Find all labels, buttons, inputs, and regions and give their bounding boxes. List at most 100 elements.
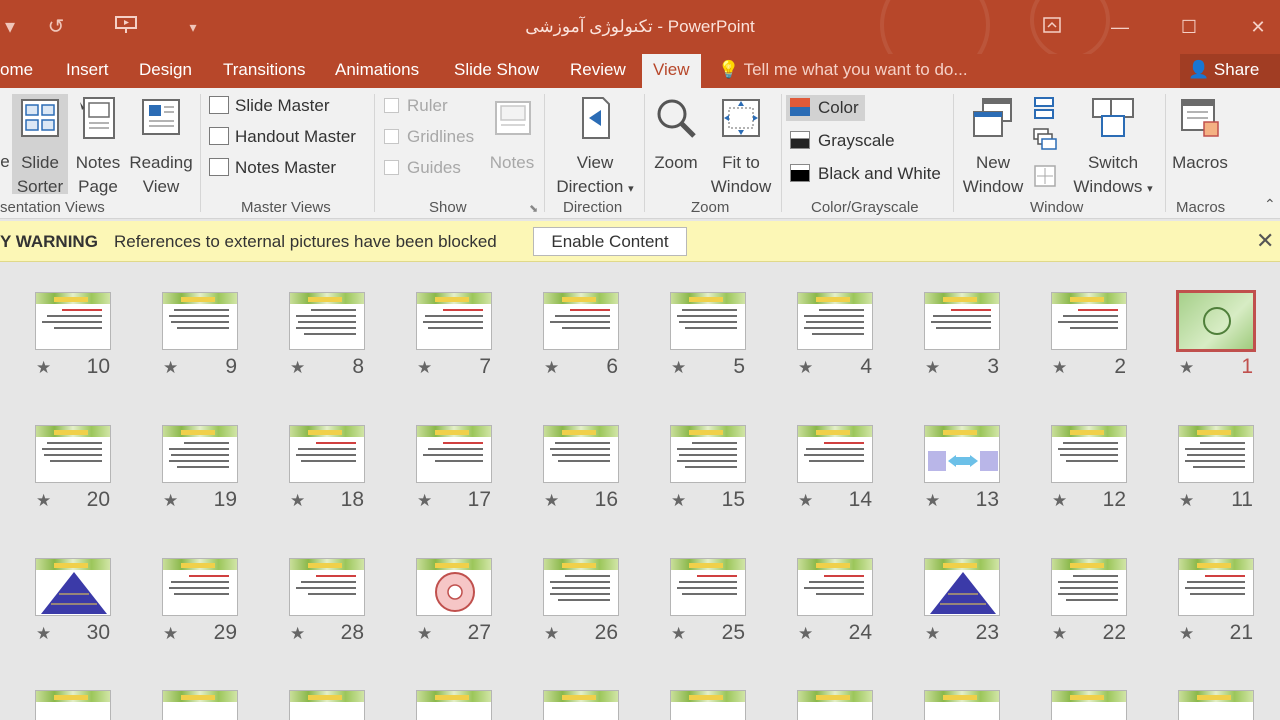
- slide-thumbnail-4[interactable]: [797, 292, 873, 350]
- slide-thumbnail-partial[interactable]: [416, 690, 492, 720]
- slide-thumbnail-10[interactable]: [35, 292, 111, 350]
- animation-star-icon[interactable]: ★: [417, 624, 432, 644]
- handout-master-button[interactable]: Handout Master: [209, 124, 356, 150]
- animation-star-icon[interactable]: ★: [290, 358, 305, 378]
- share-button[interactable]: 👤 Share: [1180, 54, 1280, 88]
- macros-button[interactable]: Macros: [1168, 94, 1232, 175]
- switch-windows-button[interactable]: Switch Windows ▾: [1066, 94, 1160, 201]
- animation-star-icon[interactable]: ★: [290, 624, 305, 644]
- slide-thumbnail-16[interactable]: [543, 425, 619, 483]
- animation-star-icon[interactable]: ★: [925, 624, 940, 644]
- animation-star-icon[interactable]: ★: [671, 358, 686, 378]
- slide-thumbnail-24[interactable]: [797, 558, 873, 616]
- slide-thumbnail-partial[interactable]: [543, 690, 619, 720]
- slide-thumbnail-30[interactable]: [35, 558, 111, 616]
- slide-thumbnail-25[interactable]: [670, 558, 746, 616]
- animation-star-icon[interactable]: ★: [1179, 358, 1194, 378]
- slide-thumbnail-18[interactable]: [289, 425, 365, 483]
- close-icon[interactable]: ✕: [1256, 229, 1276, 253]
- collapse-ribbon-icon[interactable]: ⌃: [1264, 196, 1276, 213]
- notes-page-button[interactable]: Notes Page: [72, 94, 124, 199]
- slide-thumbnail-26[interactable]: [543, 558, 619, 616]
- slide-thumbnail-2[interactable]: [1051, 292, 1127, 350]
- dialog-launcher-icon[interactable]: ⬊: [529, 202, 538, 215]
- animation-star-icon[interactable]: ★: [1179, 491, 1194, 511]
- animation-star-icon[interactable]: ★: [544, 491, 559, 511]
- animation-star-icon[interactable]: ★: [1179, 624, 1194, 644]
- close-icon[interactable]: ✕: [1235, 10, 1280, 44]
- slide-thumbnail-20[interactable]: [35, 425, 111, 483]
- slide-thumbnail-7[interactable]: [416, 292, 492, 350]
- slide-thumbnail-23[interactable]: [924, 558, 1000, 616]
- gridlines-checkbox[interactable]: Gridlines: [384, 124, 474, 150]
- slide-thumbnail-21[interactable]: [1178, 558, 1254, 616]
- slide-thumbnail-12[interactable]: [1051, 425, 1127, 483]
- slide-thumbnail-15[interactable]: [670, 425, 746, 483]
- cascade-icon[interactable]: [1033, 128, 1057, 152]
- ruler-checkbox[interactable]: Ruler: [384, 93, 448, 119]
- slide-thumbnail-partial[interactable]: [35, 690, 111, 720]
- animation-star-icon[interactable]: ★: [544, 624, 559, 644]
- slide-thumbnail-partial[interactable]: [162, 690, 238, 720]
- normal-view-button[interactable]: e: [0, 94, 10, 174]
- slide-thumbnail-partial[interactable]: [1178, 690, 1254, 720]
- enable-content-button[interactable]: Enable Content: [533, 227, 687, 256]
- slide-thumbnail-partial[interactable]: [289, 690, 365, 720]
- tab-slide-show[interactable]: Slide Show: [454, 54, 539, 88]
- slide-thumbnail-13[interactable]: [924, 425, 1000, 483]
- slide-thumbnail-1[interactable]: [1176, 290, 1256, 352]
- animation-star-icon[interactable]: ★: [1052, 358, 1067, 378]
- tab-animations[interactable]: Animations: [335, 54, 419, 88]
- animation-star-icon[interactable]: ★: [36, 624, 51, 644]
- animation-star-icon[interactable]: ★: [36, 358, 51, 378]
- view-direction-button[interactable]: View Direction ▾: [552, 94, 638, 201]
- new-window-button[interactable]: New Window: [958, 94, 1028, 199]
- animation-star-icon[interactable]: ★: [925, 491, 940, 511]
- slide-thumbnail-8[interactable]: [289, 292, 365, 350]
- black-and-white-button[interactable]: Black and White: [790, 161, 941, 187]
- animation-star-icon[interactable]: ★: [798, 491, 813, 511]
- slide-thumbnail-5[interactable]: [670, 292, 746, 350]
- animation-star-icon[interactable]: ★: [925, 358, 940, 378]
- animation-star-icon[interactable]: ★: [798, 624, 813, 644]
- reading-view-button[interactable]: Reading View: [128, 94, 194, 199]
- grayscale-button[interactable]: Grayscale: [790, 128, 895, 154]
- animation-star-icon[interactable]: ★: [163, 358, 178, 378]
- slide-sorter-pane[interactable]: ★ 10 ★ 9 ★ 8 ★ 7 ★ 6 ★ 5 ★ 4 ★ 3 ★ 2 ★ 1 ★ 20 ★ 19 ★ 18 ★ 17 ★ 16 ★ 15 ★…: [0, 263, 1280, 720]
- slide-sorter-button[interactable]: Slide Sorter: [12, 94, 68, 196]
- maximize-icon[interactable]: ☐: [1166, 10, 1212, 44]
- animation-star-icon[interactable]: ★: [163, 624, 178, 644]
- animation-star-icon[interactable]: ★: [544, 358, 559, 378]
- slide-thumbnail-17[interactable]: [416, 425, 492, 483]
- move-split-icon[interactable]: [1033, 164, 1057, 188]
- animation-star-icon[interactable]: ★: [290, 491, 305, 511]
- slide-thumbnail-11[interactable]: [1178, 425, 1254, 483]
- minimize-icon[interactable]: —: [1097, 10, 1143, 44]
- animation-star-icon[interactable]: ★: [798, 358, 813, 378]
- animation-star-icon[interactable]: ★: [36, 491, 51, 511]
- slide-thumbnail-partial[interactable]: [924, 690, 1000, 720]
- arrange-all-icon[interactable]: [1033, 96, 1055, 120]
- zoom-button[interactable]: Zoom: [648, 94, 704, 175]
- slide-thumbnail-27[interactable]: [416, 558, 492, 616]
- slide-thumbnail-6[interactable]: [543, 292, 619, 350]
- tab-view[interactable]: View: [642, 54, 701, 88]
- slide-thumbnail-3[interactable]: [924, 292, 1000, 350]
- ribbon-display-options-icon[interactable]: [1029, 10, 1075, 44]
- animation-star-icon[interactable]: ★: [163, 491, 178, 511]
- animation-star-icon[interactable]: ★: [417, 358, 432, 378]
- notes-button[interactable]: Notes: [484, 94, 540, 175]
- slide-thumbnail-22[interactable]: [1051, 558, 1127, 616]
- slide-thumbnail-partial[interactable]: [1051, 690, 1127, 720]
- tell-me-search[interactable]: 💡 Tell me what you want to do...: [718, 54, 968, 88]
- guides-checkbox[interactable]: Guides: [384, 155, 461, 181]
- slide-thumbnail-partial[interactable]: [670, 690, 746, 720]
- animation-star-icon[interactable]: ★: [671, 491, 686, 511]
- notes-master-button[interactable]: Notes Master: [209, 155, 336, 181]
- slide-thumbnail-14[interactable]: [797, 425, 873, 483]
- fit-to-window-button[interactable]: Fit to Window: [706, 94, 776, 199]
- tab-design[interactable]: Design: [139, 54, 192, 88]
- slide-thumbnail-partial[interactable]: [797, 690, 873, 720]
- color-button[interactable]: Color: [786, 95, 865, 121]
- animation-star-icon[interactable]: ★: [417, 491, 432, 511]
